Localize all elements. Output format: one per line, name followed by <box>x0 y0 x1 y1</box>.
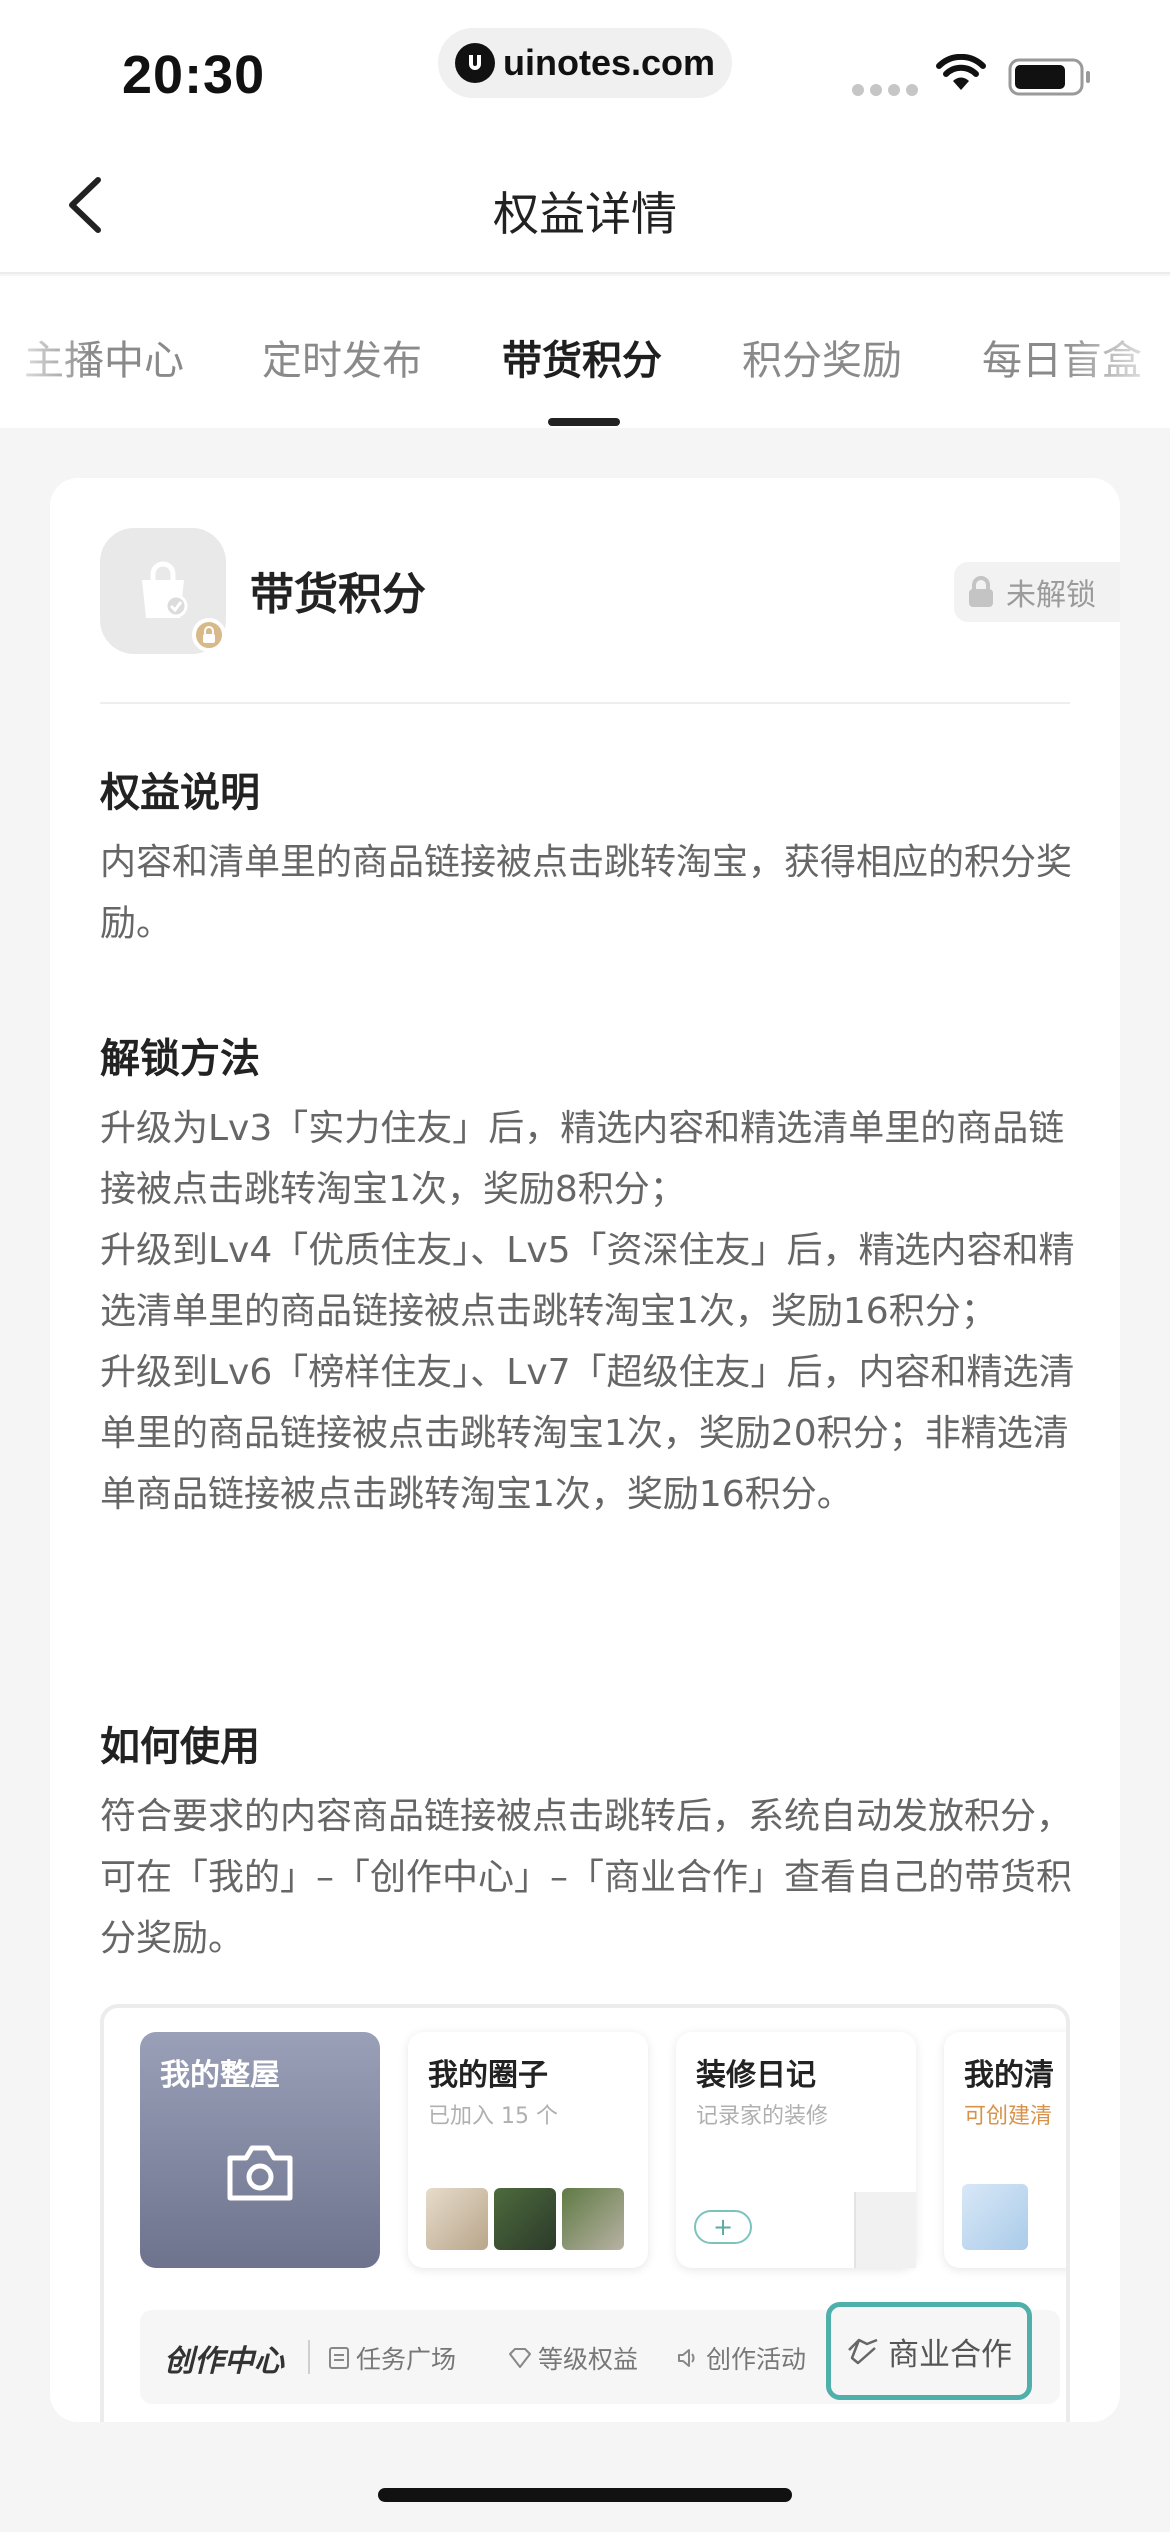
usage-title: 如何使用 <box>100 1724 260 1770</box>
page-title: 权益详情 <box>493 187 677 241</box>
description-title: 权益说明 <box>100 770 260 816</box>
usage-body: 符合要求的内容商品链接被点击跳转后，系统自动发放积分，可在「我的」–「创作中心」… <box>100 1786 1080 1969</box>
creator-center-bar: 创作中心 任务广场 等级权益 创作活动 商业合作 <box>140 2302 1060 2404</box>
handshake-icon <box>848 2338 878 2365</box>
active-tab-indicator <box>548 418 620 426</box>
description-body: 内容和清单里的商品链接被点击跳转淘宝，获得相应的积分奖励。 <box>100 832 1080 954</box>
url-pill[interactable]: uinotes.com <box>438 28 732 98</box>
unlock-line: 升级到Lv4「优质住友」、Lv5「资深住友」后，精选内容和精选清单里的商品链接被… <box>100 1230 1075 1332</box>
separator <box>308 2340 310 2374</box>
battery-icon <box>1008 58 1090 96</box>
tab-sales-points[interactable]: 带货积分 <box>502 328 662 386</box>
preview-card-subtitle: 已加入 15 个 <box>428 2104 558 2129</box>
business-cooperation-highlight: 商业合作 <box>826 2302 1032 2400</box>
unlock-title: 解锁方法 <box>100 1036 260 1082</box>
preview-card-my-circles: 我的圈子 已加入 15 个 <box>408 2032 648 2268</box>
circle-thumbnails <box>426 2188 624 2250</box>
usage-text: 符合要求的内容商品链接被点击跳转后，系统自动发放积分，可在「我的」–「创作中心」… <box>100 1796 1073 1959</box>
camera-icon <box>227 2145 293 2201</box>
creator-item-label: 任务广场 <box>356 2345 457 2374</box>
creator-item-label: 等级权益 <box>538 2345 639 2374</box>
padlock-icon <box>969 576 993 607</box>
nav-bar: 权益详情 <box>0 140 1170 274</box>
preview-card-my-house: 我的整屋 <box>140 2032 380 2268</box>
home-indicator <box>378 2488 792 2502</box>
benefit-card: 带货积分 未解锁 权益说明 内容和清单里的商品链接被点击跳转淘宝，获得相应的积分… <box>50 478 1120 2422</box>
unlock-body: 升级为Lv3「实力住友」后，精选内容和精选清单里的商品链接被点击跳转淘宝1次，奖… <box>100 1098 1080 1525</box>
tab-bar: 主播中心 定时发布 带货积分 积分奖励 每日盲盒 <box>0 276 1170 428</box>
diamond-icon <box>509 2348 531 2368</box>
signal-dots-icon <box>852 84 918 96</box>
unlock-line: 升级为Lv3「实力住友」后，精选内容和精选清单里的商品链接被点击跳转淘宝1次，奖… <box>100 1108 1065 1210</box>
unlock-line: 升级到Lv6「榜样住友」、Lv7「超级住友」后，内容和精选清单里的商品链接被点击… <box>100 1352 1075 1515</box>
locked-status-badge: 未解锁 <box>954 562 1120 622</box>
list-icon <box>329 2347 349 2369</box>
tab-fade-right <box>1060 276 1170 428</box>
wifi-icon <box>936 54 986 90</box>
door-graphic <box>854 2192 916 2268</box>
speaker-icon <box>678 2349 695 2367</box>
tab-fade-left <box>0 276 90 428</box>
locked-status-text: 未解锁 <box>1006 578 1096 613</box>
creator-item-task-square: 任务广场 <box>328 2340 456 2376</box>
tab-scheduled-publish[interactable]: 定时发布 <box>262 328 422 386</box>
preview-card-title: 我的整屋 <box>160 2058 280 2093</box>
divider <box>100 702 1070 704</box>
description-text: 内容和清单里的商品链接被点击跳转淘宝，获得相应的积分奖励。 <box>100 842 1073 944</box>
preview-card-title: 装修日记 <box>696 2058 816 2093</box>
preview-card-subtitle: 记录家的装修 <box>696 2104 829 2129</box>
status-bar: 20:30 uinotes.com <box>0 0 1170 140</box>
preview-card-title: 我的圈子 <box>428 2058 548 2093</box>
tab-points-reward[interactable]: 积分奖励 <box>742 328 902 386</box>
preview-card-title: 我的清 <box>964 2058 1054 2093</box>
thumbnail <box>426 2188 488 2250</box>
thumbnail <box>494 2188 556 2250</box>
url-text: uinotes.com <box>502 42 716 83</box>
benefit-name: 带货积分 <box>250 569 426 620</box>
preview-card-my-list: 我的清 可创建清 <box>944 2032 1066 2268</box>
business-cooperation-label: 商业合作 <box>888 2336 1012 2373</box>
add-diary-button: + <box>694 2210 752 2244</box>
list-graphic <box>962 2184 1028 2250</box>
site-logo-icon <box>454 43 495 83</box>
creator-item-label: 创作活动 <box>706 2345 807 2374</box>
creator-center-logo: 创作中心 <box>164 2344 284 2379</box>
creator-item-level-benefits: 等级权益 <box>508 2340 638 2376</box>
thumbnail <box>562 2188 624 2250</box>
preview-card-renovation-diary: 装修日记 记录家的装修 + <box>676 2032 916 2268</box>
creator-center-preview: 我的整屋 我的圈子 已加入 15 个 装修日记 记录家的装修 + 我的清 可创建… <box>100 2004 1070 2422</box>
status-time: 20:30 <box>122 45 266 105</box>
preview-card-subtitle: 可创建清 <box>964 2104 1053 2129</box>
creator-item-creation-activity: 创作活动 <box>676 2340 806 2376</box>
lock-badge-icon <box>192 618 226 652</box>
